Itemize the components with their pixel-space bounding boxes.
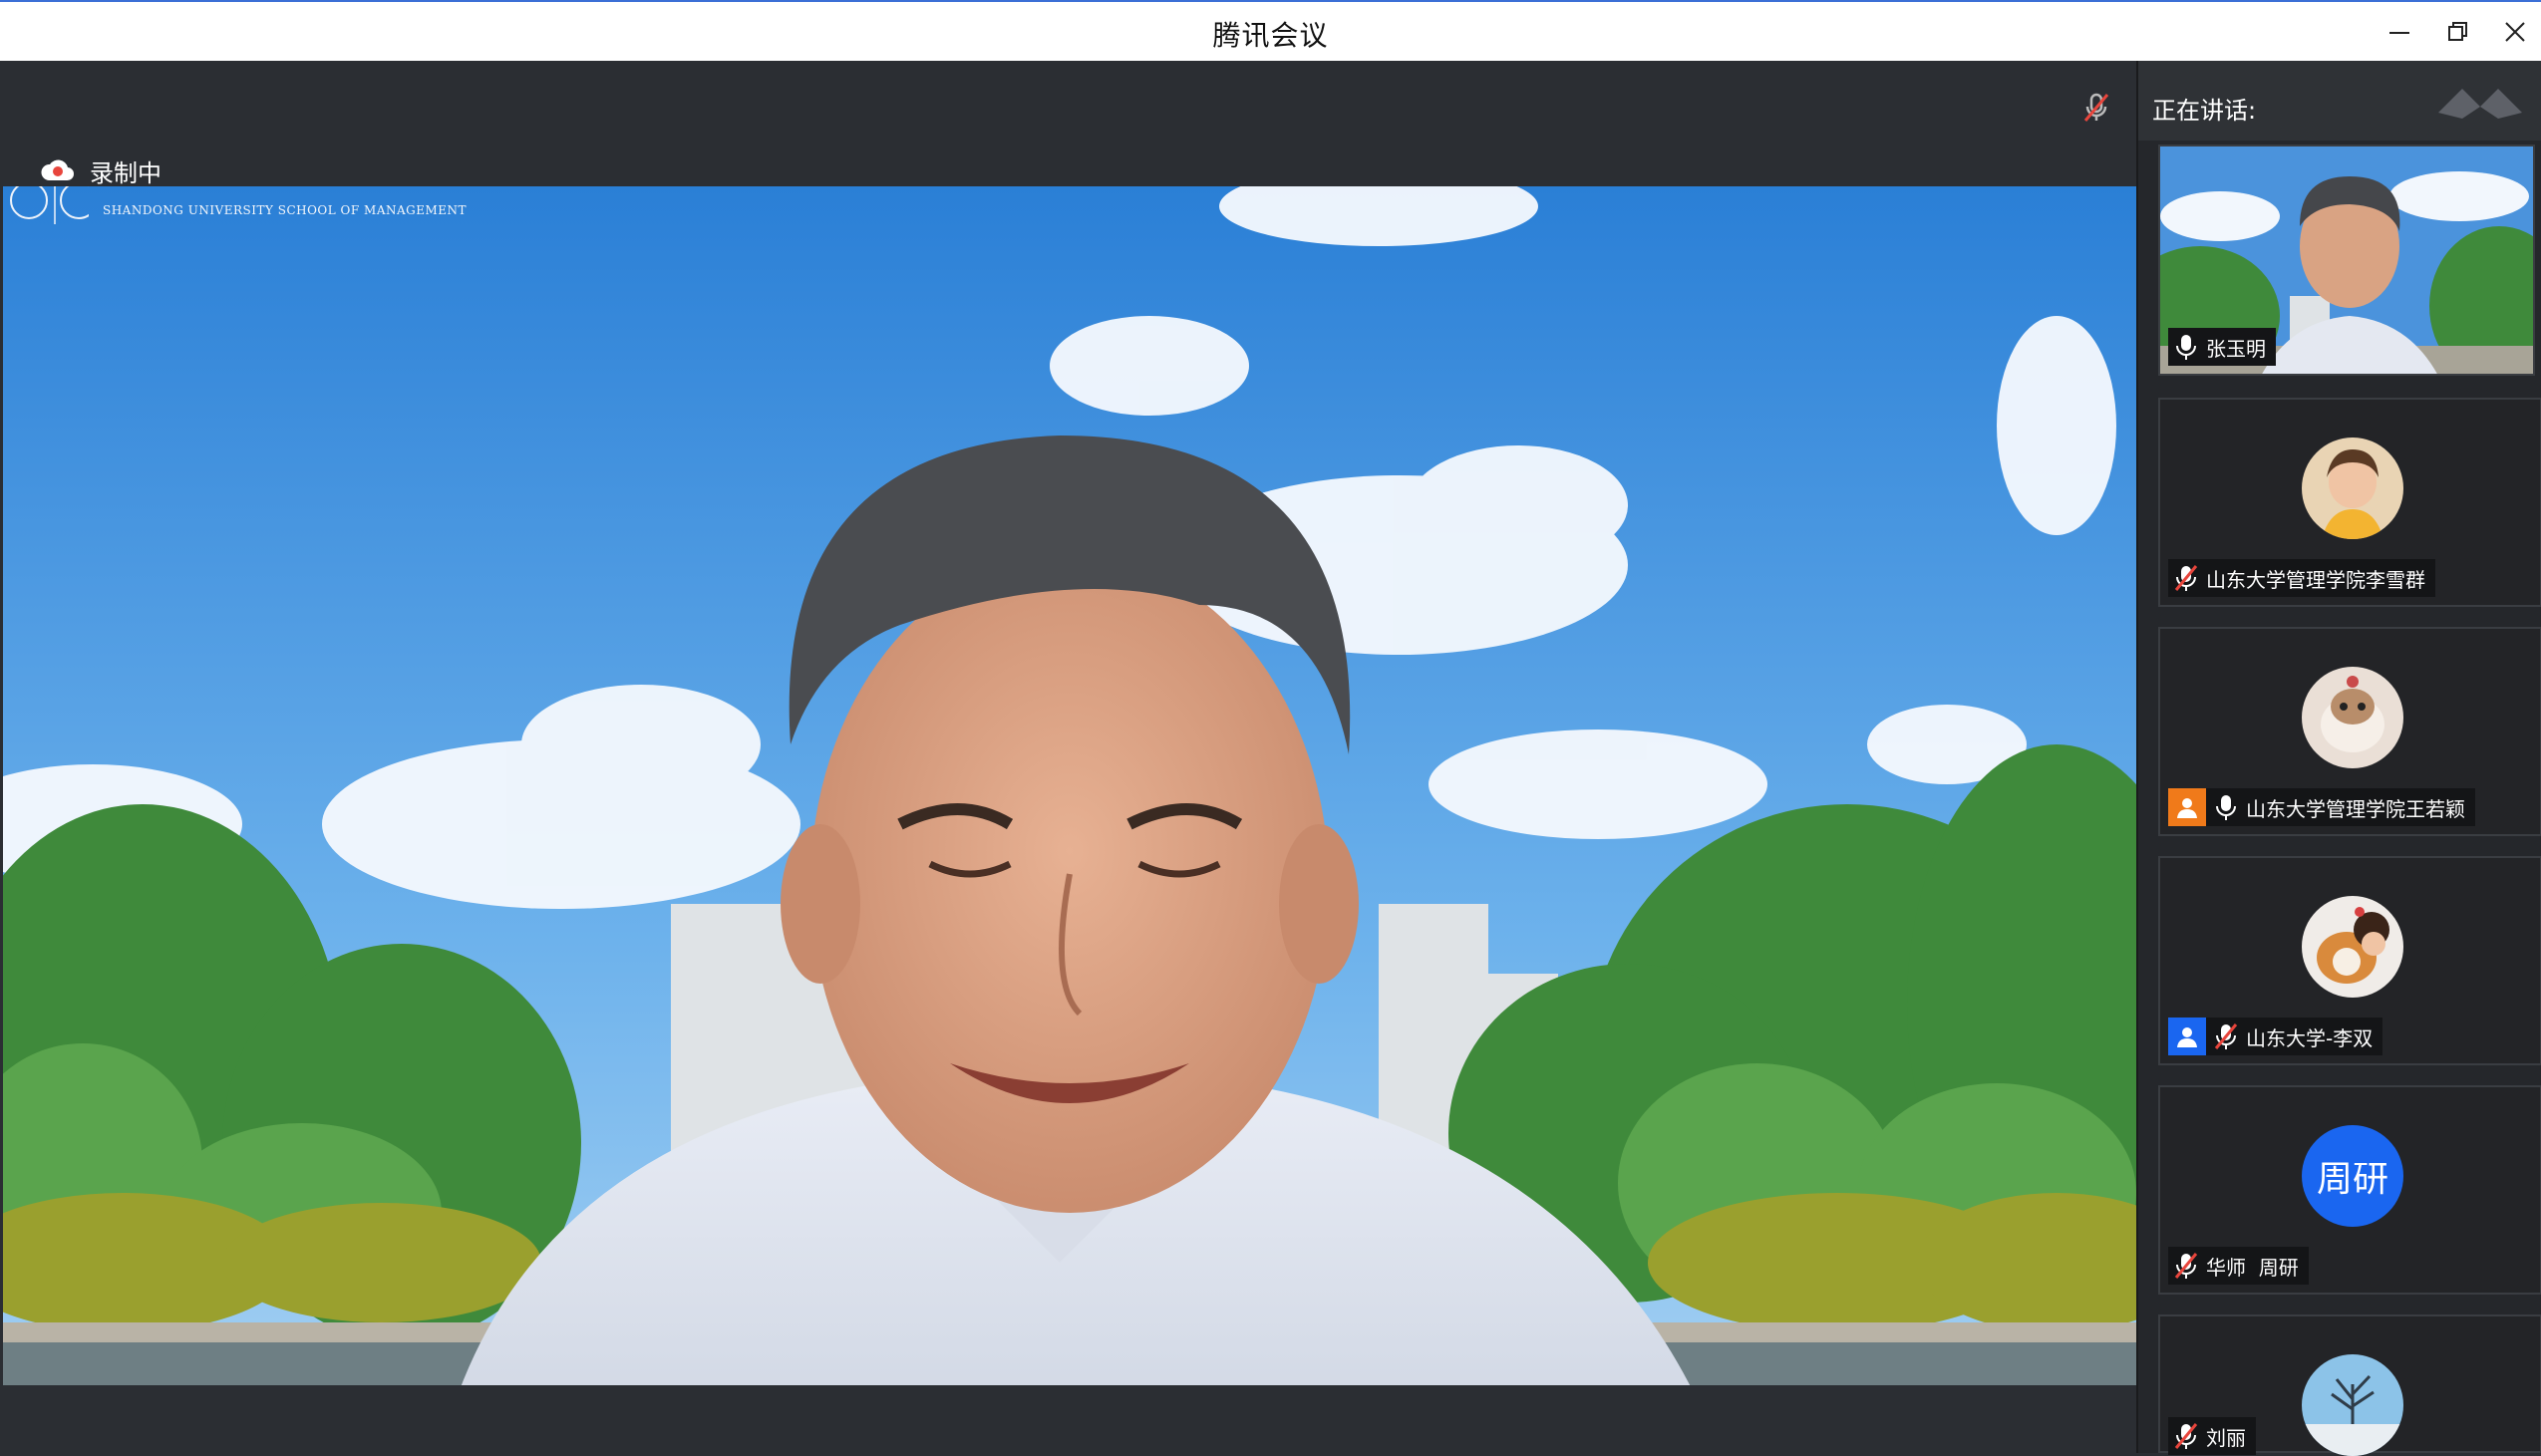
video-scene	[3, 186, 2136, 1446]
mic-muted-icon	[2174, 1253, 2198, 1279]
participant-name: 张玉明	[2206, 336, 2266, 361]
participant-name-tag: 山东大学管理学院王若颖	[2168, 788, 2475, 826]
school-logo-subtitle: SHANDONG UNIVERSITY SCHOOL OF MANAGEMENT	[103, 203, 468, 217]
participant-name: 刘丽	[2206, 1425, 2246, 1450]
recording-indicator[interactable]: 录制中	[40, 152, 161, 188]
avatar	[2302, 896, 2403, 998]
recording-label: 录制中	[90, 158, 161, 187]
close-icon	[2505, 22, 2525, 42]
mic-muted-icon	[2174, 565, 2198, 591]
participant-name-tag: 山东大学管理学院李雪群	[2168, 559, 2435, 597]
window-title: 腾讯会议	[1212, 19, 1329, 52]
user-icon	[2177, 1027, 2197, 1047]
meeting-logo-icon	[2438, 89, 2522, 119]
restore-button[interactable]	[2434, 10, 2482, 54]
video-topbar	[0, 61, 2136, 185]
main-video-area[interactable]: SHANDONG UNIVERSITY SCHOOL OF MANAGEMENT…	[0, 61, 2136, 1453]
cloud-record-icon	[41, 159, 75, 181]
mic-muted-icon	[2083, 93, 2109, 122]
seal-icon	[10, 186, 89, 224]
close-button[interactable]	[2491, 10, 2539, 54]
participant-tile[interactable]: 山东大学管理学院李雪群	[2158, 398, 2541, 607]
participant-name: 华师 周研	[2206, 1255, 2299, 1280]
participant-name: 山东大学管理学院李雪群	[2206, 567, 2425, 592]
school-logo: SHANDONG UNIVERSITY SCHOOL OF MANAGEMENT	[3, 186, 467, 226]
participant-name-tag: 刘丽	[2168, 1417, 2256, 1455]
avatar: 周研	[2302, 1125, 2403, 1227]
user-icon	[2177, 798, 2197, 818]
active-speaker-tile[interactable]: 张玉明	[2158, 145, 2535, 376]
host-badge	[2168, 788, 2206, 826]
participant-name-tag: 张玉明	[2168, 328, 2276, 366]
participant-name-tag: 华师 周研	[2168, 1247, 2309, 1285]
participant-tile[interactable]: 山东大学管理学院王若颖	[2158, 627, 2541, 836]
restore-icon	[2448, 22, 2467, 41]
speaking-label: 正在讲话:	[2152, 97, 2257, 125]
cohost-badge	[2168, 1018, 2206, 1055]
active-speaker-video: SHANDONG UNIVERSITY SCHOOL OF MANAGEMENT	[3, 186, 2136, 1446]
mic-icon	[2216, 795, 2236, 820]
participant-name: 山东大学-李双	[2246, 1025, 2374, 1050]
avatar	[2302, 1354, 2403, 1456]
avatar	[2302, 437, 2403, 539]
minimize-icon	[2389, 32, 2409, 34]
participant-tile[interactable]: 周研 华师 周研	[2158, 1085, 2541, 1295]
participant-tile[interactable]: 刘丽	[2158, 1314, 2541, 1456]
participant-name-tag: 山东大学-李双	[2168, 1018, 2383, 1055]
speaking-header: 正在讲话:	[2138, 61, 2541, 141]
participant-tile[interactable]: 山东大学-李双	[2158, 856, 2541, 1065]
mic-icon	[2176, 335, 2196, 360]
minimize-button[interactable]	[2376, 10, 2423, 54]
mic-muted-icon	[2174, 1423, 2198, 1449]
participant-panel[interactable]: 正在讲话: 张玉明 山东大学管理学院李雪群 山东大学管理学院王若颖 山东大学-李…	[2136, 61, 2541, 1456]
avatar	[2302, 667, 2403, 768]
self-mic-button[interactable]	[2079, 91, 2113, 129]
participant-name: 山东大学管理学院王若颖	[2246, 796, 2465, 821]
bottom-toolbar-area	[0, 1385, 2136, 1453]
mic-muted-icon	[2214, 1023, 2238, 1049]
window-titlebar: 腾讯会议	[0, 0, 2541, 61]
